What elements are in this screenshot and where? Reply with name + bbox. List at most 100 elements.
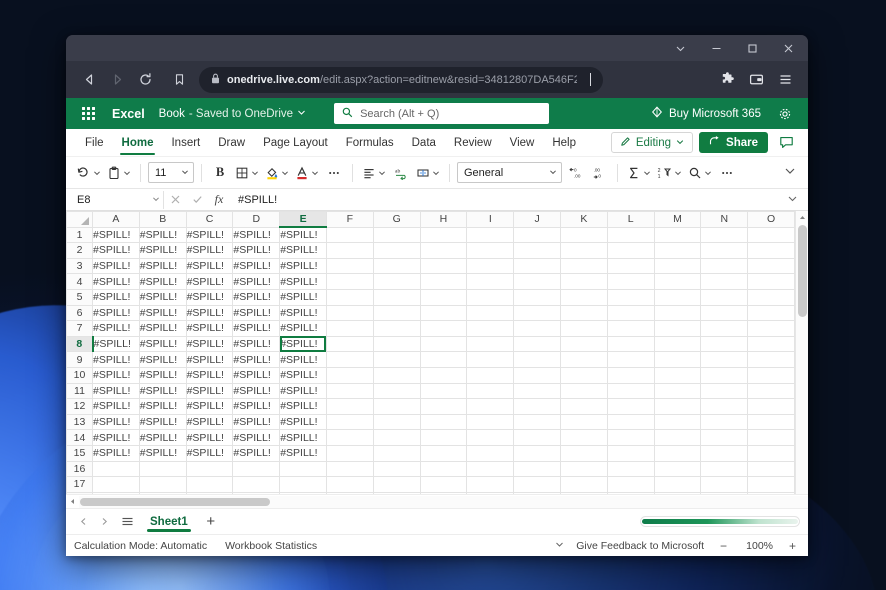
cell-d6[interactable]: #SPILL!: [232, 304, 281, 322]
add-sheet-button[interactable]: +: [200, 512, 222, 532]
cell-j5[interactable]: [513, 288, 561, 306]
cell-n15[interactable]: [700, 444, 749, 462]
cell-c5[interactable]: #SPILL!: [185, 288, 234, 306]
cell-i17[interactable]: [466, 476, 515, 493]
tab-insert[interactable]: Insert: [162, 129, 209, 156]
cell-g2[interactable]: [372, 242, 421, 259]
cell-g4[interactable]: [372, 273, 421, 290]
tab-help[interactable]: Help: [543, 129, 585, 156]
zoom-level-label[interactable]: 100%: [743, 540, 773, 552]
chevron-down-icon[interactable]: [152, 194, 160, 206]
cell-e6[interactable]: #SPILL!: [279, 304, 327, 322]
cell-j17[interactable]: [513, 476, 561, 493]
tab-view[interactable]: View: [501, 129, 544, 156]
cell-f8[interactable]: [325, 335, 374, 353]
cell-j9[interactable]: [513, 351, 561, 368]
cell-h10[interactable]: [419, 366, 468, 384]
cell-e14[interactable]: #SPILL!: [279, 429, 327, 446]
cell-l4[interactable]: [606, 273, 655, 290]
cell-g15[interactable]: [372, 444, 421, 462]
cell-i2[interactable]: [466, 242, 515, 259]
cell-n9[interactable]: [700, 351, 749, 368]
cell-c3[interactable]: #SPILL!: [185, 257, 234, 275]
cell-m10[interactable]: [653, 366, 702, 384]
cell-f6[interactable]: [325, 304, 374, 322]
cell-a7[interactable]: #SPILL!: [92, 320, 140, 337]
chevron-down-icon[interactable]: [549, 167, 557, 179]
cell-d10[interactable]: #SPILL!: [232, 366, 281, 384]
cell-i5[interactable]: [466, 288, 515, 306]
cell-a14[interactable]: #SPILL!: [92, 429, 140, 446]
row-header-11[interactable]: 11: [66, 382, 93, 400]
cell-n11[interactable]: [700, 382, 749, 400]
cell-n8[interactable]: [700, 335, 749, 353]
chevron-down-icon[interactable]: [674, 164, 682, 182]
cell-g8[interactable]: [372, 335, 421, 353]
cell-n4[interactable]: [700, 273, 749, 290]
column-header-i[interactable]: I: [466, 211, 515, 228]
cell-i14[interactable]: [466, 429, 515, 446]
cell-l14[interactable]: [606, 429, 655, 446]
column-header-f[interactable]: F: [325, 211, 374, 228]
font-color-icon[interactable]: [293, 161, 321, 185]
chevron-down-icon[interactable]: [704, 164, 712, 182]
cell-e4[interactable]: #SPILL!: [279, 273, 327, 290]
close-icon[interactable]: [770, 35, 806, 61]
font-size-input[interactable]: 11: [148, 162, 194, 183]
zoom-in-button[interactable]: +: [785, 539, 800, 553]
cell-a11[interactable]: #SPILL!: [92, 382, 140, 400]
cell-j13[interactable]: [513, 413, 561, 431]
collapse-ribbon-icon[interactable]: [784, 164, 800, 182]
column-header-l[interactable]: L: [606, 211, 655, 228]
cell-k11[interactable]: [559, 382, 608, 400]
extensions-icon[interactable]: [714, 67, 740, 93]
cell-e1[interactable]: #SPILL!: [279, 226, 327, 244]
cell-i18[interactable]: [466, 491, 515, 494]
gear-icon[interactable]: [772, 101, 798, 127]
cell-k6[interactable]: [559, 304, 608, 322]
cell-n16[interactable]: [700, 460, 749, 478]
cell-l9[interactable]: [606, 351, 655, 368]
cell-g7[interactable]: [372, 320, 421, 337]
forward-icon[interactable]: [104, 67, 130, 93]
chevron-down-icon[interactable]: [281, 164, 289, 182]
chevron-down-icon[interactable]: [432, 164, 440, 182]
name-box[interactable]: E8: [72, 190, 164, 209]
cell-b4[interactable]: #SPILL!: [138, 273, 187, 290]
chevron-down-icon[interactable]: [311, 164, 319, 182]
row-header-6[interactable]: 6: [66, 304, 93, 322]
chevron-down-icon[interactable]: [643, 164, 651, 182]
cell-d1[interactable]: #SPILL!: [232, 226, 281, 244]
column-header-o[interactable]: O: [747, 211, 795, 228]
cell-n12[interactable]: [700, 398, 749, 415]
cell-c16[interactable]: [185, 460, 234, 478]
horizontal-scroll-thumb[interactable]: [80, 497, 270, 506]
vertical-scrollbar[interactable]: [795, 211, 808, 494]
cell-e3[interactable]: #SPILL!: [279, 257, 327, 275]
cell-n17[interactable]: [700, 476, 749, 493]
cell-a1[interactable]: #SPILL!: [92, 226, 140, 244]
cell-a15[interactable]: #SPILL!: [92, 444, 140, 462]
cell-f2[interactable]: [325, 242, 374, 259]
cell-g10[interactable]: [372, 366, 421, 384]
cell-f7[interactable]: [325, 320, 374, 337]
cell-c14[interactable]: #SPILL!: [185, 429, 234, 446]
cell-e12[interactable]: #SPILL!: [279, 398, 327, 415]
cell-c7[interactable]: #SPILL!: [185, 320, 234, 337]
cell-c2[interactable]: #SPILL!: [185, 242, 234, 259]
cell-h18[interactable]: [419, 491, 468, 494]
cell-o10[interactable]: [747, 366, 795, 384]
cell-m14[interactable]: [653, 429, 702, 446]
cell-d5[interactable]: #SPILL!: [232, 288, 281, 306]
column-header-c[interactable]: C: [185, 211, 234, 228]
cell-k16[interactable]: [559, 460, 608, 478]
all-sheets-icon[interactable]: [116, 512, 138, 532]
tab-home[interactable]: Home: [113, 129, 163, 156]
decrease-decimal-icon[interactable]: .00 0: [588, 161, 610, 185]
cell-j3[interactable]: [513, 257, 561, 275]
cell-j15[interactable]: [513, 444, 561, 462]
cell-c17[interactable]: [185, 476, 234, 493]
search-input[interactable]: Search (Alt + Q): [334, 103, 550, 124]
column-header-h[interactable]: H: [419, 211, 468, 228]
cell-d7[interactable]: #SPILL!: [232, 320, 281, 337]
